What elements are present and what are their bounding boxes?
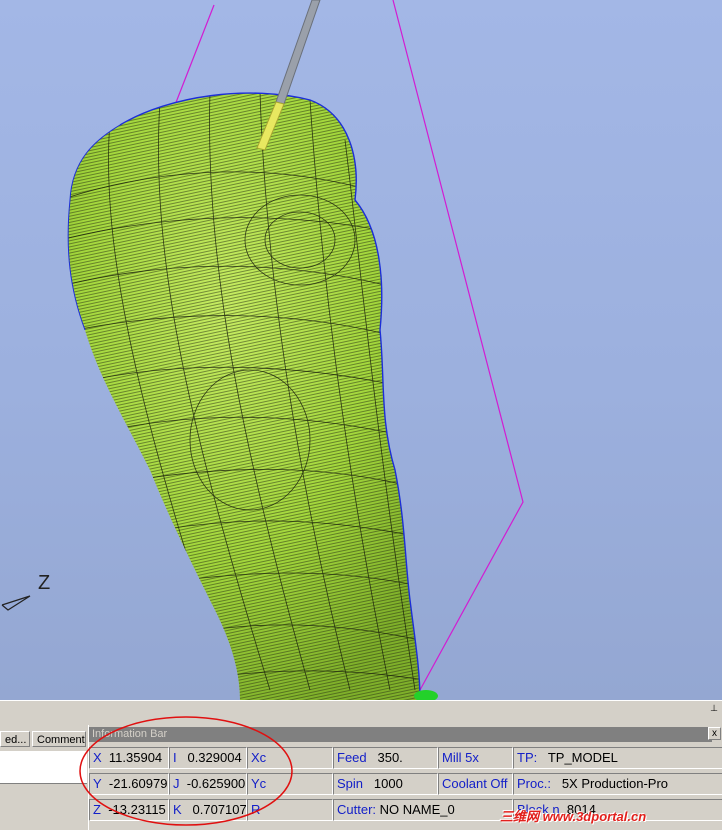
- proc-value: 5X Production-Pro: [561, 776, 669, 791]
- coolant-label: Coolant Off: [442, 776, 508, 791]
- feed-cell: Feed 350.: [333, 747, 438, 769]
- cutter-cell: Cutter: NO NAME_0: [333, 799, 513, 821]
- watermark: 三维网 www.3dportal.cn: [500, 809, 647, 824]
- feed-value: 350.: [377, 750, 403, 765]
- spin-label: Spin: [337, 776, 364, 791]
- proc-label: Proc.:: [517, 776, 551, 791]
- tp-label: TP:: [517, 750, 538, 765]
- spin-value: 1000: [373, 776, 403, 791]
- tp-cell: TP: TP_MODEL: [513, 747, 722, 769]
- proc-cell: Proc.: 5X Production-Pro: [513, 773, 722, 795]
- feed-label: Feed: [337, 750, 367, 765]
- 3d-viewport[interactable]: Z: [0, 0, 722, 700]
- axis-triad: [1, 595, 31, 611]
- tab-ed[interactable]: ed...: [0, 731, 30, 747]
- z-axis-label: Z: [38, 572, 51, 594]
- model-mesh: [67, 92, 438, 700]
- toolpath-boundary: [174, 4, 215, 106]
- spin-cell: Spin 1000: [333, 773, 438, 795]
- toolpath-scene: [1, 0, 524, 700]
- tab-content-area: [0, 751, 87, 784]
- toolpath-line: [392, 0, 524, 691]
- cutter-label: Cutter:: [337, 802, 377, 817]
- mill-mode-label: Mill 5x: [442, 750, 479, 765]
- mill-mode-cell: Mill 5x: [438, 747, 513, 769]
- pin-icon[interactable]: ⊥: [710, 704, 718, 713]
- cutter-value: NO NAME_0: [379, 802, 455, 817]
- close-icon[interactable]: x: [708, 727, 721, 740]
- annotation-ellipse: [79, 716, 293, 826]
- panel-pin-row: ⊥: [0, 701, 722, 713]
- coolant-cell: Coolant Off: [438, 773, 513, 795]
- tp-value: TP_MODEL: [547, 750, 618, 765]
